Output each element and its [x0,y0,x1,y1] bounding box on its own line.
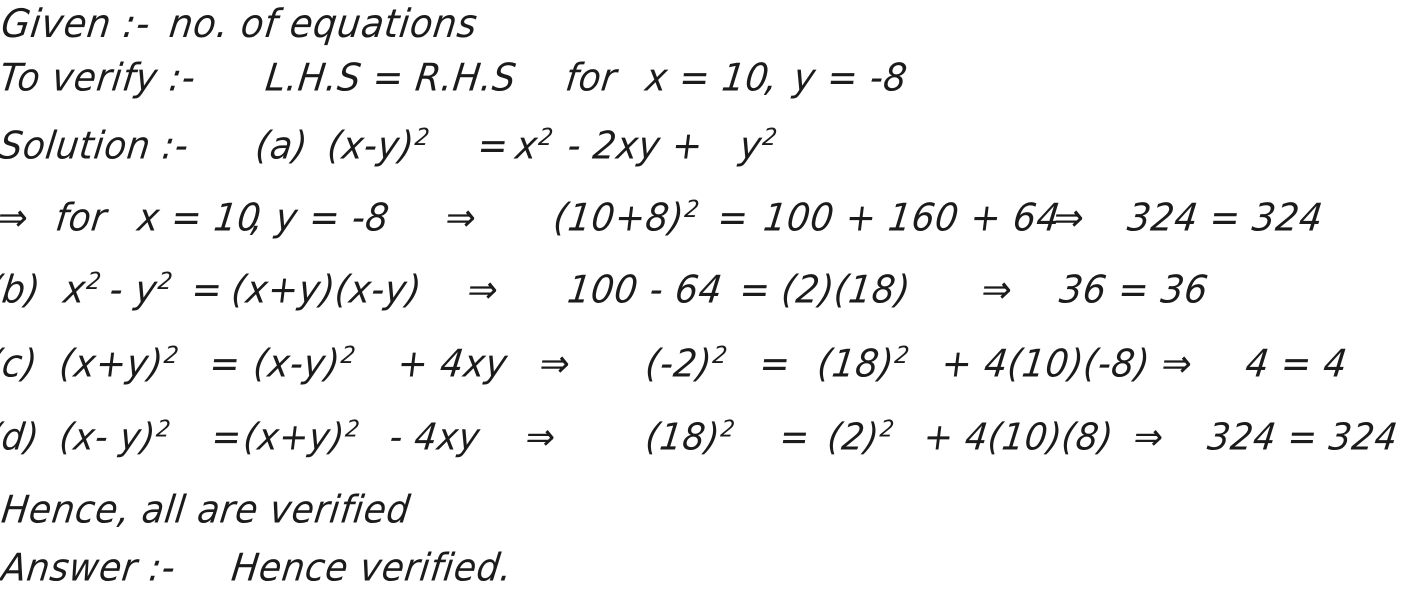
handwritten-page: Given :- no. of equations To verify :- L… [0,0,1403,610]
item-d-sub-lhs-exponent: 2 [719,416,737,443]
item-b-lhs-x-exponent: 2 [84,267,103,296]
item-a-rhs-x-exponent: 2 [536,123,555,152]
item-a-lhs-base: (x-y) [325,124,417,169]
item-b-lhs-y: - y2 [107,268,174,313]
item-a-equals: = [475,124,512,169]
item-c-tag: (c) [0,342,40,387]
substitution-a-lhs-base: (10+8) [551,196,687,241]
item-d-rhs-1-base: (x+y) [241,416,347,460]
substitution-a-result: 324 = 324 [1125,196,1326,241]
given-label: Given :- [0,0,154,47]
item-d-sub-rhs-1-base: (2) [825,416,882,460]
item-d-sub-lhs-base: (18) [643,416,723,460]
item-d-lhs: (x- y)2 [57,416,172,460]
item-c-sub-rhs-1-base: (18) [815,342,897,387]
item-d-sub-rhs-1-exponent: 2 [878,416,896,443]
item-c-lhs-exponent: 2 [162,341,181,370]
to-verify-x-value: x = 10 [643,56,772,101]
substitution-a-rhs: 100 + 160 + 64 [761,196,1063,241]
item-b-lhs-x-base: x [61,268,89,313]
item-b-result: 36 = 36 [1057,268,1211,313]
item-a-rhs-x: x [513,124,541,169]
item-d-result: 324 = 324 [1205,416,1401,460]
item-d-lhs-base: (x- y) [57,416,158,460]
item-b-tag: (b) [0,268,43,313]
item-a-rhs-y-base: y [737,124,765,169]
item-d-equals: = [209,416,245,460]
item-c-sub-rhs-1: (18)2 [815,342,911,387]
item-b-lhs-y-exponent: 2 [156,267,174,296]
item-b-rhs: (x+y)(x-y) [229,268,424,313]
item-a-rhs-y: y2 [737,124,778,169]
substitution-a-lhs-exponent: 2 [683,195,701,224]
item-d-lhs-exponent: 2 [154,416,172,443]
arrow-implies-1: ⇒ [0,196,31,241]
item-c-rhs-1: (x-y)2 [251,342,357,387]
to-verify-statement: L.H.S = R.H.S [263,56,519,101]
item-b-lhs-x: x2 [61,268,102,313]
item-c-equals: = [207,342,244,387]
substitution-a-equals: = [715,196,752,241]
item-c-sub-lhs: (-2)2 [643,342,729,387]
item-b-sub-rhs: (2)(18) [779,268,913,313]
item-c-sub-lhs-exponent: 2 [711,341,729,370]
item-c-sub-rhs-2: + 4(10)(-8) [939,342,1153,387]
item-a-rhs-y-exponent: 2 [760,123,779,152]
item-c-sub-equals: = [757,342,794,387]
substitution-a-x-value: x = 10 [135,196,264,241]
item-b-sub-equals: = [737,268,774,313]
substitution-a-lhs: (10+8)2 [551,196,701,241]
to-verify-y-value: y = -8 [791,56,910,101]
item-c-result: 4 = 4 [1243,342,1350,387]
solution-label: Solution :- [0,124,192,169]
arrow-implies-3: ⇒ [1051,196,1087,241]
item-d-rhs-1-exponent: 2 [343,416,361,443]
item-c-arrow-1: ⇒ [537,342,573,387]
item-d-sub-rhs-1: (2)2 [825,416,895,460]
item-b-equals: = [189,268,226,313]
item-d-rhs-1: (x+y)2 [241,416,361,460]
to-verify-label: To verify :- [0,56,199,101]
item-a-lhs-exponent: 2 [413,123,431,152]
item-c-lhs: (x+y)2 [57,342,180,387]
answer-text: Hence verified. [229,546,515,591]
item-b-arrow-1: ⇒ [465,268,501,313]
answer-label: Answer :- [0,546,179,591]
item-c-lhs-base: (x+y) [57,342,166,387]
item-c-arrow-2: ⇒ [1159,342,1195,387]
item-a-rhs-mid: - 2xy + [565,124,706,169]
item-a-rhs: x2 [513,124,554,169]
item-d-tag: (d) [0,416,42,460]
item-b-arrow-2: ⇒ [979,268,1015,313]
item-a-tag: (a) [253,124,311,169]
item-a-lhs: (x-y)2 [325,124,431,169]
item-d-sub-rhs-2: + 4(10)(8) [921,416,1116,460]
item-d-sub-lhs: (18)2 [643,416,736,460]
item-d-arrow-2: ⇒ [1131,416,1166,460]
item-b-lhs-y-base: - y [107,268,160,313]
item-c-rhs-1-base: (x-y) [251,342,343,387]
item-c-sub-rhs-1-exponent: 2 [893,341,911,370]
arrow-implies-2: ⇒ [443,196,479,241]
item-c-rhs-1-exponent: 2 [339,341,357,370]
item-c-sub-lhs-base: (-2) [643,342,715,387]
item-d-arrow-1: ⇒ [523,416,558,460]
given-value: no. of equations [166,0,480,47]
item-d-sub-equals: = [777,416,813,460]
to-verify-for: for [563,56,620,101]
substitution-a-for: for [53,196,110,241]
substitution-a-y-value: y = -8 [273,196,392,241]
item-b-sub-lhs: 100 - 64 [565,268,725,313]
item-c-rhs-2: + 4xy [395,342,511,387]
conclusion-text: Hence, all are verified [0,488,413,533]
item-d-rhs-2: - 4xy [387,416,483,460]
